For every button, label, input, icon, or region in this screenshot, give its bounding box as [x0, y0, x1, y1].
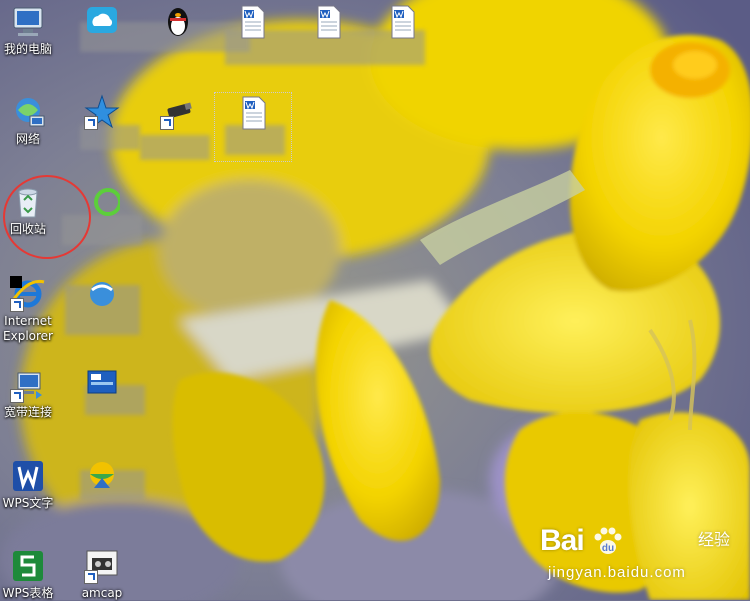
- globe-app-icon: [84, 458, 120, 494]
- watermark-subtitle: 经验: [697, 532, 730, 549]
- computer-icon: [10, 4, 46, 40]
- desktop-icon-amcap[interactable]: amcap: [64, 546, 140, 601]
- desktop-icon-label: 我的电脑: [3, 42, 52, 56]
- word-document-icon: [384, 4, 420, 40]
- desktop-icon-unnamed[interactable]: [64, 2, 140, 42]
- monitor-app-icon: [84, 367, 120, 403]
- desktop-icon-document[interactable]: [364, 2, 440, 42]
- desktop-icon-unnamed[interactable]: [140, 92, 216, 132]
- star-app-icon: [84, 94, 120, 130]
- desktop-icon-broadband-connection[interactable]: 宽带连接: [0, 365, 66, 420]
- desktop-icon-label: WPS文字: [2, 496, 54, 510]
- desktop-icon-my-computer[interactable]: 我的电脑: [0, 2, 66, 57]
- usb-drive-icon: [160, 94, 196, 130]
- internet-explorer-icon: [10, 276, 46, 312]
- desktop-icon-label: WPS表格: [2, 586, 54, 600]
- paw-icon: du: [592, 526, 624, 563]
- shortcut-arrow-icon: [160, 116, 174, 130]
- word-document-icon: [234, 4, 270, 40]
- highlight-circle: [3, 175, 91, 259]
- desktop-icon-wps-writer[interactable]: WPS文字: [0, 456, 66, 511]
- desktop-icon-label: 宽带连接: [3, 405, 52, 419]
- desktop-icon-document[interactable]: [214, 2, 290, 42]
- desktop-icon-internet-explorer[interactable]: Internet Explorer: [0, 274, 66, 344]
- baidu-jingyan-watermark: Bai du 经验 jingyan.baidu.com: [540, 524, 740, 594]
- desktop-icon-label: Internet Explorer: [3, 314, 53, 343]
- desktop-icon-unnamed[interactable]: [64, 274, 140, 314]
- desktop-icon-unnamed[interactable]: [64, 365, 140, 405]
- desktop-icon-label: 网络: [15, 132, 40, 146]
- desktop-icon-unnamed[interactable]: [140, 2, 216, 42]
- wps-spreadsheet-icon: [10, 548, 46, 584]
- svg-text:du: du: [602, 543, 614, 554]
- shortcut-arrow-icon: [10, 298, 24, 312]
- desktop-icon-document[interactable]: [290, 2, 366, 42]
- amcap-icon: [84, 548, 120, 584]
- desktop-icon-unnamed[interactable]: [64, 456, 140, 496]
- blurred-region: [140, 135, 210, 160]
- shortcut-arrow-icon: [10, 389, 24, 403]
- cloud-app-icon: [84, 4, 120, 40]
- network-icon: [10, 94, 46, 130]
- desktop-icon-document-selected[interactable]: [214, 92, 292, 162]
- desktop-icon-label: amcap: [81, 586, 123, 600]
- shortcut-arrow-icon: [84, 116, 98, 130]
- desktop-icon-unnamed[interactable]: [64, 92, 140, 132]
- browser-app-icon: [84, 276, 120, 312]
- watermark-logo-text: Bai: [540, 524, 585, 557]
- watermark-url: jingyan.baidu.com: [548, 564, 686, 581]
- desktop-icon-wps-spreadsheet[interactable]: WPS表格: [0, 546, 66, 601]
- word-document-icon: [235, 95, 271, 131]
- broadband-connection-icon: [10, 367, 46, 403]
- desktop-icon-network[interactable]: 网络: [0, 92, 66, 147]
- shortcut-arrow-icon: [84, 570, 98, 584]
- word-document-icon: [310, 4, 346, 40]
- wps-writer-icon: [10, 458, 46, 494]
- penguin-app-icon: [160, 4, 196, 40]
